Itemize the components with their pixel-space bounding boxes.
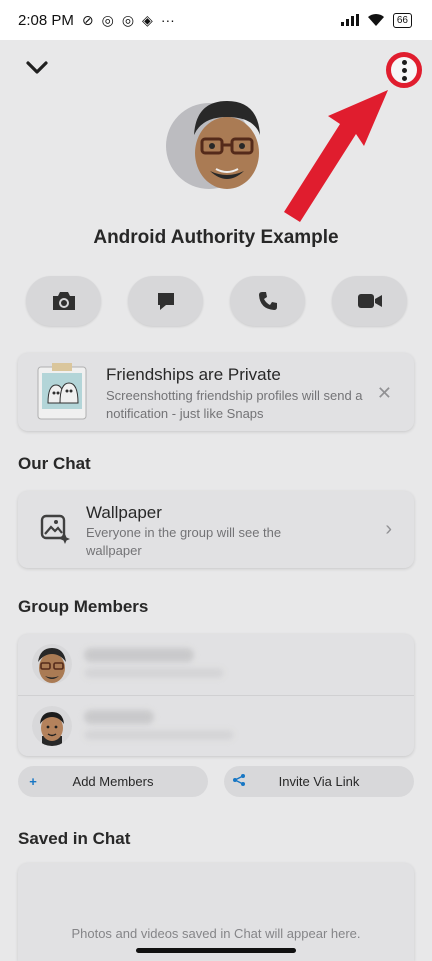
saved-in-chat-card: Photos and videos saved in Chat will app…: [18, 863, 414, 961]
invite-via-link-label: Invite Via Link: [278, 774, 360, 789]
bitmoji-avatar: [38, 648, 66, 683]
status-time: 2:08 PM: [18, 11, 74, 29]
bitmoji-avatar: [40, 712, 64, 746]
wallpaper-subtitle: Everyone in the group will see the wallp…: [86, 525, 282, 558]
camera-icon: [52, 292, 75, 310]
blurred-member-name: [84, 710, 154, 724]
friendships-private-card: Friendships are Private Screenshotting f…: [18, 353, 414, 431]
chat-icon: [157, 293, 174, 310]
call-button[interactable]: [230, 276, 305, 326]
phone-icon: [258, 292, 277, 310]
status-left: 2:08 PM ⊘ ◎ ◎ ◈ ···: [18, 12, 175, 29]
whatsapp-icon: ◎: [121, 12, 135, 28]
home-indicator[interactable]: [136, 948, 296, 953]
snapchat-icon: ◈: [142, 12, 153, 28]
blurred-member-name: [84, 648, 194, 662]
status-right: 66: [340, 12, 412, 28]
plus-icon: +: [29, 774, 37, 789]
group-avatar[interactable]: [166, 95, 270, 199]
our-chat-heading: Our Chat: [18, 454, 91, 473]
whatsapp-icon: ◎: [101, 12, 114, 28]
wallpaper-icon: [40, 514, 70, 544]
saved-in-chat-heading: Saved in Chat: [18, 829, 131, 848]
bitmoji-avatar: [194, 101, 260, 189]
invite-via-link-button[interactable]: Invite Via Link: [224, 766, 414, 797]
member-avatar: [32, 644, 72, 684]
do-not-disturb-icon: ⊘: [81, 12, 94, 28]
wifi-icon: [367, 13, 384, 26]
group-name: Android Authority Example: [93, 227, 339, 248]
blurred-member-username: [84, 668, 224, 678]
group-members-heading: Group Members: [18, 597, 149, 616]
video-icon: [357, 294, 382, 308]
members-list: [18, 634, 414, 756]
share-icon: [224, 773, 254, 790]
video-call-button[interactable]: [332, 276, 407, 326]
friendships-subtitle: Screenshotting friendship profiles will …: [106, 388, 363, 421]
member-row[interactable]: [18, 634, 414, 695]
back-button[interactable]: [24, 54, 50, 80]
more-icon: ···: [160, 12, 175, 28]
wallpaper-row[interactable]: Wallpaper Everyone in the group will see…: [18, 491, 414, 568]
add-members-button[interactable]: + Add Members: [18, 766, 208, 797]
chat-button[interactable]: [128, 276, 203, 326]
chevron-right-icon: ›: [385, 518, 392, 540]
member-row[interactable]: [18, 695, 414, 756]
more-vertical-icon: [401, 59, 407, 81]
more-options-button[interactable]: [386, 52, 422, 88]
wallpaper-title: Wallpaper: [86, 503, 162, 522]
saved-empty-text: Photos and videos saved in Chat will app…: [71, 926, 361, 941]
signal-icon: [340, 14, 359, 26]
member-avatar: [32, 706, 72, 746]
close-icon[interactable]: ✕: [377, 383, 392, 404]
status-bar: 2:08 PM ⊘ ◎ ◎ ◈ ··· 66: [0, 0, 432, 40]
add-members-label: Add Members: [72, 774, 154, 789]
action-buttons-row: [26, 276, 407, 326]
battery-indicator: 66: [392, 12, 412, 28]
chevron-down-icon: [26, 61, 48, 74]
friendships-title: Friendships are Private: [106, 365, 281, 384]
annotation-arrow: [284, 90, 388, 222]
ghost-friends-image: [37, 363, 87, 420]
blurred-member-username: [84, 730, 234, 740]
camera-button[interactable]: [26, 276, 101, 326]
